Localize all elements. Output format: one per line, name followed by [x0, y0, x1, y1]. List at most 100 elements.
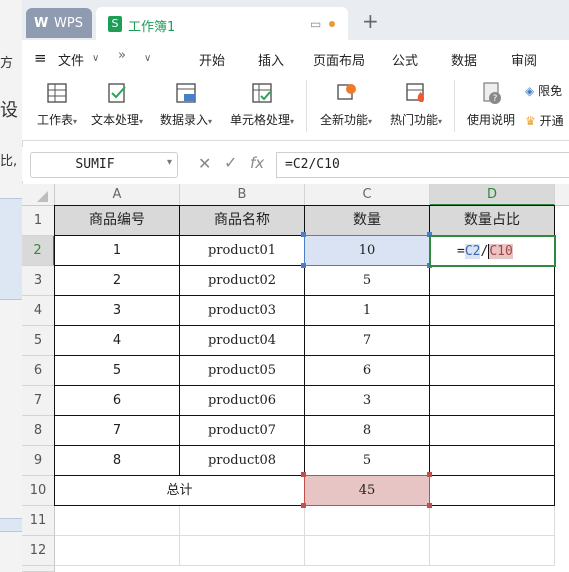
- row-header[interactable]: 1: [22, 206, 55, 236]
- table-cell[interactable]: product05: [180, 356, 305, 386]
- table-cell[interactable]: 4: [55, 326, 180, 356]
- table-header-cell[interactable]: 数量占比: [430, 206, 555, 236]
- text-process-button[interactable]: 文本处理▾: [88, 82, 146, 128]
- row-header[interactable]: 8: [22, 416, 55, 446]
- row-header[interactable]: 6: [22, 356, 55, 386]
- table-cell[interactable]: product08: [180, 446, 305, 476]
- active-cell-editor[interactable]: =C2/C10: [429, 235, 556, 267]
- table-cell[interactable]: product07: [180, 416, 305, 446]
- table-cell[interactable]: product06: [180, 386, 305, 416]
- empty-cell[interactable]: [180, 536, 305, 566]
- menu-file[interactable]: 文件: [58, 50, 84, 69]
- row-header[interactable]: 4: [22, 296, 55, 326]
- table-cell[interactable]: 8: [55, 446, 180, 476]
- cancel-x-icon[interactable]: ✕: [198, 154, 211, 173]
- insert-function-icon[interactable]: fx: [250, 154, 264, 172]
- confirm-check-icon[interactable]: ✓: [224, 153, 237, 172]
- row-header[interactable]: [22, 566, 55, 572]
- menu-tab-page-layout[interactable]: 页面布局: [313, 50, 365, 69]
- table-cell[interactable]: 5: [305, 266, 430, 296]
- table-cell[interactable]: 1: [55, 236, 180, 266]
- table-cell[interactable]: product02: [180, 266, 305, 296]
- menu-tab-insert[interactable]: 插入: [258, 50, 284, 69]
- limited-free-link[interactable]: ◈ 限免: [525, 82, 562, 99]
- empty-cell[interactable]: [305, 506, 430, 536]
- row-header[interactable]: 3: [22, 266, 55, 296]
- table-cell[interactable]: 8: [305, 416, 430, 446]
- row-header[interactable]: 2: [22, 236, 55, 266]
- select-all-corner[interactable]: [22, 184, 55, 206]
- total-label-cell[interactable]: 总计: [55, 476, 305, 506]
- table-cell[interactable]: [430, 266, 555, 296]
- empty-cell[interactable]: [305, 536, 430, 566]
- row-header[interactable]: 5: [22, 326, 55, 356]
- tab-wps-home[interactable]: W WPS: [26, 8, 92, 38]
- tab-workbook[interactable]: S 工作簿1 ▭: [96, 7, 348, 40]
- table-cell[interactable]: 3: [305, 386, 430, 416]
- column-header-b[interactable]: B: [180, 184, 305, 206]
- empty-cell[interactable]: [430, 506, 555, 536]
- table-cell[interactable]: 3: [55, 296, 180, 326]
- empty-cell[interactable]: [430, 536, 555, 566]
- table-cell[interactable]: [430, 356, 555, 386]
- row-header[interactable]: 9: [22, 446, 55, 476]
- row-header[interactable]: 7: [22, 386, 55, 416]
- table-cell[interactable]: [430, 326, 555, 356]
- row-header[interactable]: 12: [22, 536, 55, 566]
- table-cell[interactable]: 1: [305, 296, 430, 326]
- name-box[interactable]: SUMIF ▾: [30, 152, 178, 178]
- row-header[interactable]: 11: [22, 506, 55, 536]
- cell-process-button[interactable]: 单元格处理▾: [226, 82, 298, 128]
- table-cell[interactable]: 5: [305, 446, 430, 476]
- empty-cell[interactable]: [55, 536, 180, 566]
- resize-handle[interactable]: [301, 232, 306, 237]
- monitor-icon[interactable]: ▭: [310, 17, 321, 31]
- table-header-cell[interactable]: 数量: [305, 206, 430, 236]
- resize-handle[interactable]: [301, 503, 306, 508]
- new-tab-button[interactable]: +: [362, 9, 379, 33]
- resize-handle[interactable]: [301, 263, 306, 268]
- table-cell[interactable]: 6: [55, 386, 180, 416]
- menu-tab-data[interactable]: 数据: [451, 50, 477, 69]
- menu-tab-review[interactable]: 审阅: [511, 50, 537, 69]
- table-header-cell[interactable]: 商品名称: [180, 206, 305, 236]
- table-cell[interactable]: 7: [55, 416, 180, 446]
- column-header-e[interactable]: [555, 184, 569, 206]
- table-cell[interactable]: [430, 416, 555, 446]
- resize-handle[interactable]: [427, 472, 432, 477]
- chevron-down-icon[interactable]: ∨: [144, 53, 151, 64]
- row-header[interactable]: 10: [22, 476, 55, 506]
- column-header-d[interactable]: D: [430, 184, 555, 206]
- table-cell[interactable]: 7: [305, 326, 430, 356]
- table-header-cell[interactable]: 商品编号: [55, 206, 180, 236]
- open-vip-link[interactable]: ♛ 开通: [525, 112, 564, 129]
- formula-input[interactable]: =C2/C10: [276, 152, 569, 178]
- empty-cell[interactable]: [55, 506, 180, 536]
- table-cell[interactable]: product01: [180, 236, 305, 266]
- resize-handle[interactable]: [301, 472, 306, 477]
- table-cell[interactable]: 2: [55, 266, 180, 296]
- table-cell[interactable]: [430, 476, 555, 506]
- column-header-c[interactable]: C: [305, 184, 430, 206]
- table-cell[interactable]: [430, 386, 555, 416]
- table-cell[interactable]: 5: [55, 356, 180, 386]
- table-cell[interactable]: 6: [305, 356, 430, 386]
- menu-tab-home[interactable]: 开始: [199, 50, 225, 69]
- column-header-a[interactable]: A: [55, 184, 180, 206]
- chevron-down-icon[interactable]: ∨: [92, 53, 99, 64]
- more-menu-icon[interactable]: »: [118, 48, 126, 63]
- resize-handle[interactable]: [427, 503, 432, 508]
- empty-cell[interactable]: [180, 506, 305, 536]
- table-cell[interactable]: [430, 446, 555, 476]
- menu-tab-formulas[interactable]: 公式: [392, 50, 418, 69]
- manual-button[interactable]: ? 使用说明: [462, 82, 520, 128]
- worksheet-button[interactable]: 工作表▾: [32, 82, 82, 128]
- table-cell[interactable]: product04: [180, 326, 305, 356]
- hamburger-menu-icon[interactable]: ≡: [34, 49, 47, 67]
- hot-feature-button[interactable]: 热门功能▾: [386, 82, 446, 128]
- data-entry-button[interactable]: 数据录入▾: [156, 82, 216, 128]
- chevron-down-icon[interactable]: ▾: [167, 157, 172, 168]
- table-cell[interactable]: product03: [180, 296, 305, 326]
- new-feature-button[interactable]: 全新功能▾: [316, 82, 376, 128]
- table-cell[interactable]: [430, 296, 555, 326]
